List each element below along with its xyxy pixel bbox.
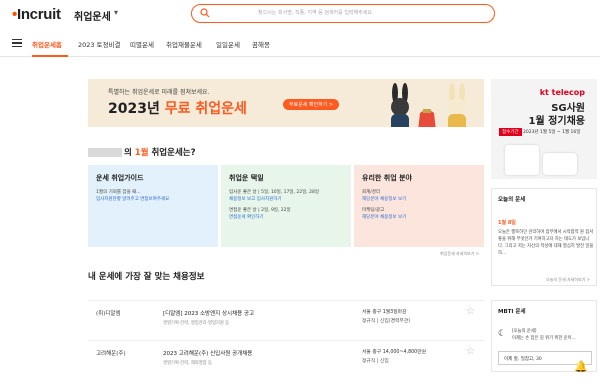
blurred-username: [88, 148, 122, 157]
mbti-line-1: [오늘의 운세]: [512, 329, 537, 334]
bell-icon[interactable]: 🔔: [574, 360, 588, 373]
nav-item-wealth[interactable]: 취업재물운세: [166, 39, 202, 49]
card-text: 회계/경리: [362, 190, 381, 195]
card-title: 취업운 택일: [229, 174, 264, 182]
lucky-bag-icon: [418, 109, 436, 127]
card-text: 면접운 좋은 날 | 2일, 9일, 22일: [229, 208, 291, 213]
fortune-text: 오늘은 행복하던 관리하여 업무에서 시작합적 원 힘서 좋을 위해 무엇인가 …: [498, 230, 594, 256]
card-link[interactable]: 해당분야 채용정보 보기: [362, 196, 476, 203]
ad-dates: 2023년 1월 5일 ~ 1월 16일: [523, 130, 581, 135]
card-title: 유리한 취업 분야: [362, 174, 412, 182]
search-icon[interactable]: [200, 8, 210, 18]
job-type: 정규직 | 신입(경력무관): [362, 319, 411, 324]
card-text: 입사운 좋은 날 | 5일, 10일, 17일, 22일, 28일: [229, 190, 319, 195]
today-fortune-panel: 오늘의 운세 1월 8일 오늘은 행복하던 관리하여 업무에서 시작합적 원 힘…: [491, 188, 597, 286]
rabbit-illustration-2-icon: [448, 83, 466, 127]
ad-badge: 접수기간: [499, 128, 522, 136]
banner-subtitle: 특별하는 취업운세로 미래를 점쳐보세요.: [108, 89, 210, 96]
star-icon[interactable]: ☆: [466, 306, 475, 317]
job-location: 서울 중구 14,000~4,800만원: [362, 350, 427, 355]
job-location: 서울 중구 1월3일마감: [362, 310, 407, 315]
job-type: 정규직 | 신입: [362, 359, 389, 364]
job-detail: 경영기획·전략, 해외영업 등: [163, 361, 212, 366]
card-link[interactable]: 해당분야 채용정보 보기: [362, 214, 476, 221]
search-placeholder: 찾으시는 회사명, 직종, 지역 등 검색어를 입력해주세요.: [258, 10, 374, 16]
job-title[interactable]: [디알엠] 2023 소방엔지 상시채용 공고: [163, 309, 254, 317]
top-header: •Incruit 취업운세 ▾ 찾으시는 회사명, 직종, 지역 등 검색어를 …: [0, 0, 600, 30]
fortune-more-link[interactable]: 오늘의 운세 자세히보기 >: [546, 277, 590, 283]
app-title[interactable]: 취업운세: [74, 8, 111, 23]
ad-title-2: 1월 정기채용: [528, 116, 585, 127]
panel-title: 오늘의 운세: [498, 197, 526, 203]
cctv-device-2-icon: [543, 153, 577, 175]
banner-button[interactable]: 무료운세 확인하기 >: [283, 99, 340, 110]
promo-banner[interactable]: 특별하는 취업운세로 미래를 점쳐보세요. 2023년 무료 취업운세 무료운세…: [88, 79, 484, 127]
cctv-device-icon: [505, 145, 539, 175]
active-tab-indicator: [32, 55, 68, 57]
star-icon[interactable]: ☆: [466, 346, 475, 357]
chevron-down-icon[interactable]: ▾: [114, 8, 118, 17]
job-detail: 경영기획·전략, 영업관리·영업지원 등: [163, 321, 230, 326]
ad-brand: kt telecop: [539, 88, 585, 97]
card-title: 운세 취업가이드: [96, 174, 144, 182]
nav-item-tojeong[interactable]: 2023 토정비결: [78, 39, 121, 49]
fortune-question: 의 1월 취업운세는?: [88, 146, 196, 158]
card-guide[interactable]: 운세 취업가이드 1월의 기회를 잡을 때... 입사지원현황 알려주고 면접보…: [88, 165, 218, 247]
nav-item-daily[interactable]: 일일운세: [216, 39, 240, 49]
menu-icon[interactable]: [12, 39, 22, 47]
card-dates[interactable]: 취업운 택일 입사운 좋은 날 | 5일, 10일, 17일, 22일, 28일…: [221, 165, 351, 247]
kt-telecop-ad[interactable]: kt telecop SG사원 1월 정기채용 접수기간 2023년 1월 5일…: [491, 79, 597, 179]
card-link[interactable]: 채용정보 보고 입사지원하기: [229, 196, 343, 203]
card-fields[interactable]: 유리한 취업 분야 회계/경리 해당분야 채용정보 보기 마케팅/광고 해당분야…: [354, 165, 484, 247]
job-title[interactable]: 2023 고려해운(주) 신입사원 공개채용: [163, 349, 252, 357]
card-detail-link[interactable]: 취업운세 자세히보기 >: [440, 251, 479, 257]
mbti-line-2: 이제는 손 잡은 길 위기 위한 운이...: [512, 336, 576, 341]
job-company[interactable]: (취)디알엠: [96, 309, 121, 317]
job-company[interactable]: 고려해운(주): [96, 349, 126, 357]
job-section-title: 내 운세에 가장 잘 맞는 채용정보: [88, 272, 205, 282]
moon-icon: ☾: [498, 329, 507, 339]
main-nav: 취업운세홈 2023 토정비결 띠별운세 취업재물운세 일일운세 꿈해몽: [0, 32, 600, 57]
card-text: 1월의 기회를 잡을 때...: [96, 190, 141, 195]
nav-item-zodiac[interactable]: 띠별운세: [130, 39, 154, 49]
fortune-date: 1월 8일: [498, 220, 516, 226]
card-link[interactable]: 입사지원현황 알려주고 면접보여주세요: [96, 196, 210, 203]
nav-item-dream[interactable]: 꿈해몽: [252, 39, 270, 49]
incruit-logo[interactable]: •Incruit: [12, 6, 61, 23]
rabbit-illustration-icon: [391, 83, 409, 127]
search-bar[interactable]: 찾으시는 회사명, 직종, 지역 등 검색어를 입력해주세요.: [191, 4, 495, 23]
card-text: 마케팅/광고: [362, 208, 385, 213]
panel-title: MBTI 운세: [498, 309, 526, 315]
card-link[interactable]: 면접운세 확인하기: [229, 214, 343, 221]
job-row[interactable]: 고려해운(주) 2023 고려해운(주) 신입사원 공개채용 경영기획·전략, …: [88, 340, 484, 378]
nav-item-home[interactable]: 취업운세홈: [32, 39, 62, 49]
banner-title: 2023년 무료 취업운세: [108, 101, 247, 117]
job-row[interactable]: (취)디알엠 [디알엠] 2023 소방엔지 상시채용 공고 경영기획·전략, …: [88, 300, 484, 338]
